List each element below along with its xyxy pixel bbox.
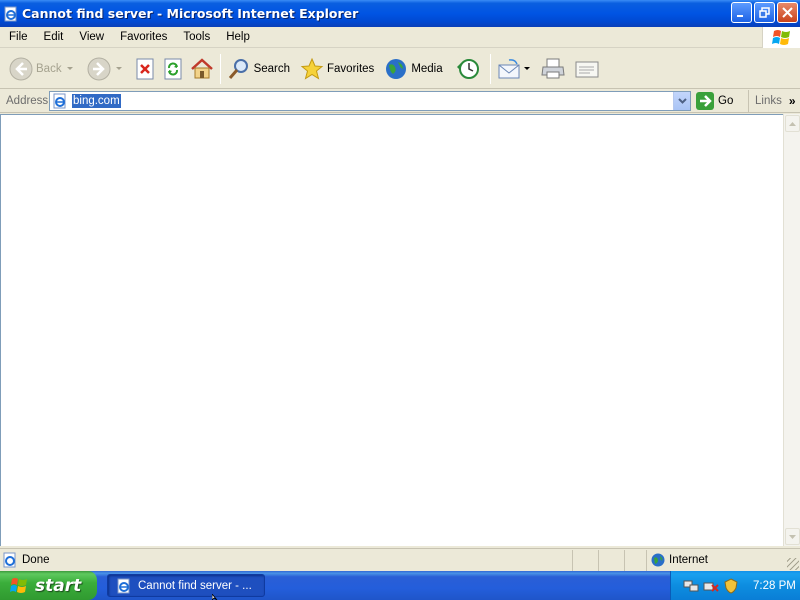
menu-tools[interactable]: Tools (175, 27, 218, 48)
zone-label: Internet (669, 554, 708, 566)
status-pane (599, 549, 625, 571)
status-bar: Done Internet (0, 548, 800, 571)
title-bar[interactable]: Cannot find server - Microsoft Internet … (0, 0, 800, 27)
page-content[interactable] (0, 114, 783, 546)
menu-file[interactable]: File (0, 27, 36, 48)
close-icon (782, 7, 793, 18)
go-button[interactable]: Go (696, 92, 733, 110)
mouse-cursor-icon (212, 594, 218, 600)
ie-page-icon (117, 578, 130, 593)
internet-globe-icon (651, 553, 665, 567)
print-button[interactable] (537, 51, 569, 87)
chevron-right-icon[interactable]: » (789, 94, 796, 108)
scroll-up-button[interactable] (785, 115, 800, 132)
close-button[interactable] (777, 2, 798, 23)
address-bar: Address bing.com Go Links » (0, 90, 800, 113)
taskbar: start Cannot find server - ... 7:28 PM (0, 571, 800, 600)
minimize-icon (737, 15, 743, 17)
forward-dropdown-icon[interactable] (115, 67, 122, 70)
edit-page-icon (575, 61, 599, 77)
vertical-scrollbar[interactable] (783, 114, 800, 546)
links-label: Links (755, 95, 782, 107)
menu-help[interactable]: Help (218, 27, 258, 48)
forward-arrow-icon (87, 57, 111, 80)
refresh-icon (164, 58, 182, 79)
address-value[interactable]: bing.com (72, 94, 121, 108)
start-label: start (35, 575, 82, 596)
chevron-down-icon (677, 98, 687, 104)
back-arrow-icon (9, 57, 33, 80)
stop-button[interactable] (131, 51, 159, 87)
task-label: Cannot find server - ... (138, 579, 252, 592)
security-zone[interactable]: Internet (647, 550, 797, 571)
search-label: Search (253, 62, 291, 75)
ie-page-icon (53, 93, 66, 109)
page-status-icon (3, 552, 16, 568)
home-icon (190, 57, 213, 78)
address-label: Address (6, 95, 49, 107)
star-icon (300, 57, 324, 80)
system-tray: 7:28 PM (670, 571, 800, 600)
restore-icon (759, 7, 770, 18)
menu-favorites[interactable]: Favorites (112, 27, 175, 48)
restore-button[interactable] (754, 2, 775, 23)
forward-button[interactable] (84, 51, 125, 87)
back-label: Back (36, 62, 62, 75)
minimize-button[interactable] (731, 2, 752, 23)
start-button[interactable]: start (0, 571, 97, 600)
history-icon (456, 58, 479, 79)
refresh-button[interactable] (159, 51, 187, 87)
windows-flag-icon (762, 27, 800, 48)
arrow-up-icon (789, 121, 796, 126)
favorites-button[interactable]: Favorites (297, 51, 377, 87)
status-main-pane: Done (0, 549, 573, 571)
taskbar-ie-window[interactable]: Cannot find server - ... (107, 574, 265, 597)
status-pane (625, 549, 647, 571)
resize-grip[interactable] (787, 558, 799, 570)
media-button[interactable]: Media (381, 51, 445, 87)
media-globe-icon (386, 58, 407, 79)
mail-dropdown-icon[interactable] (523, 67, 530, 70)
stop-icon (136, 58, 154, 79)
address-input[interactable]: bing.com (49, 91, 691, 111)
menu-edit[interactable]: Edit (36, 27, 72, 48)
toolbar-separator (219, 53, 221, 84)
ie-page-icon (4, 6, 17, 21)
window-title: Cannot find server - Microsoft Internet … (22, 6, 359, 21)
address-dropdown-button[interactable] (673, 92, 690, 110)
toolbar-separator (489, 53, 491, 84)
status-text: Done (22, 554, 50, 566)
security-shield-icon[interactable] (723, 577, 739, 594)
network-disconnected-icon[interactable] (703, 578, 719, 594)
back-dropdown-icon[interactable] (66, 67, 73, 70)
back-button[interactable]: Back (6, 51, 76, 87)
search-button[interactable]: Search (224, 51, 293, 87)
windows-flag-icon (10, 577, 27, 593)
mail-button[interactable] (494, 51, 533, 87)
edit-button[interactable] (571, 51, 605, 87)
history-button[interactable] (452, 51, 484, 87)
standard-toolbar: Back Search Favorites Media (0, 49, 800, 89)
media-label: Media (411, 62, 443, 75)
printer-icon (541, 58, 565, 78)
network-icon[interactable] (683, 578, 699, 594)
clock[interactable]: 7:28 PM (753, 580, 796, 592)
links-toolbar[interactable]: Links » (748, 90, 800, 112)
mail-icon (498, 58, 520, 78)
arrow-down-icon (789, 534, 796, 539)
scroll-down-button[interactable] (785, 528, 800, 545)
menu-view[interactable]: View (71, 27, 112, 48)
favorites-label: Favorites (327, 62, 375, 75)
go-arrow-icon (696, 92, 714, 110)
menu-bar: File Edit View Favorites Tools Help (0, 27, 800, 48)
go-label: Go (718, 95, 734, 107)
search-icon (228, 58, 248, 79)
home-button[interactable] (187, 51, 217, 87)
status-pane (573, 549, 599, 571)
